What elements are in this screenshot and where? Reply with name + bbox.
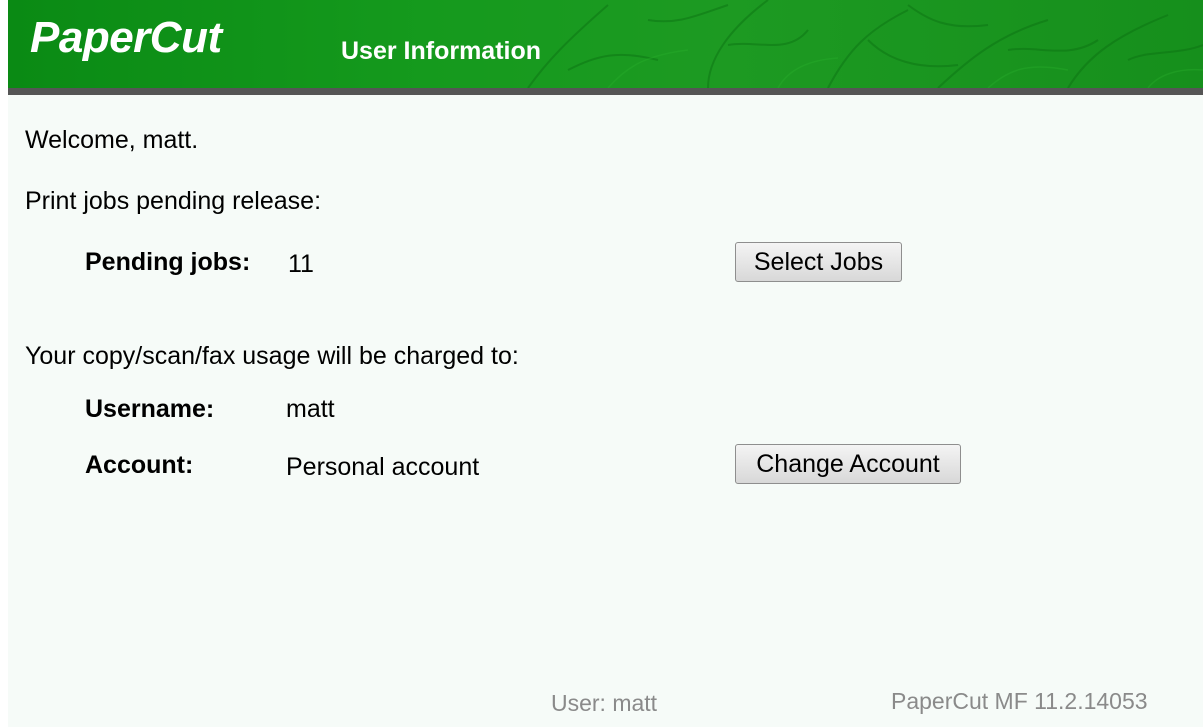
select-jobs-button[interactable]: Select Jobs xyxy=(735,242,902,282)
footer-user: User: matt xyxy=(551,690,658,716)
charge-section-label: Your copy/scan/fax usage will be charged… xyxy=(25,342,519,370)
papercut-logo: PaperCut xyxy=(30,13,222,62)
footer-version: PaperCut MF 11.2.14053 xyxy=(891,688,1148,714)
pending-jobs-label: Pending jobs: xyxy=(85,248,251,276)
left-border xyxy=(0,0,8,727)
username-value: matt xyxy=(286,395,335,423)
username-label: Username: xyxy=(85,395,215,423)
change-account-button[interactable]: Change Account xyxy=(735,444,961,484)
account-label: Account: xyxy=(85,451,194,479)
header-banner: PaperCut User Information xyxy=(8,0,1203,95)
account-value: Personal account xyxy=(286,453,480,481)
page-title: User Information xyxy=(341,37,542,65)
welcome-text: Welcome, matt. xyxy=(25,126,199,154)
print-jobs-section-label: Print jobs pending release: xyxy=(25,187,322,215)
pending-jobs-value: 11 xyxy=(288,250,314,278)
